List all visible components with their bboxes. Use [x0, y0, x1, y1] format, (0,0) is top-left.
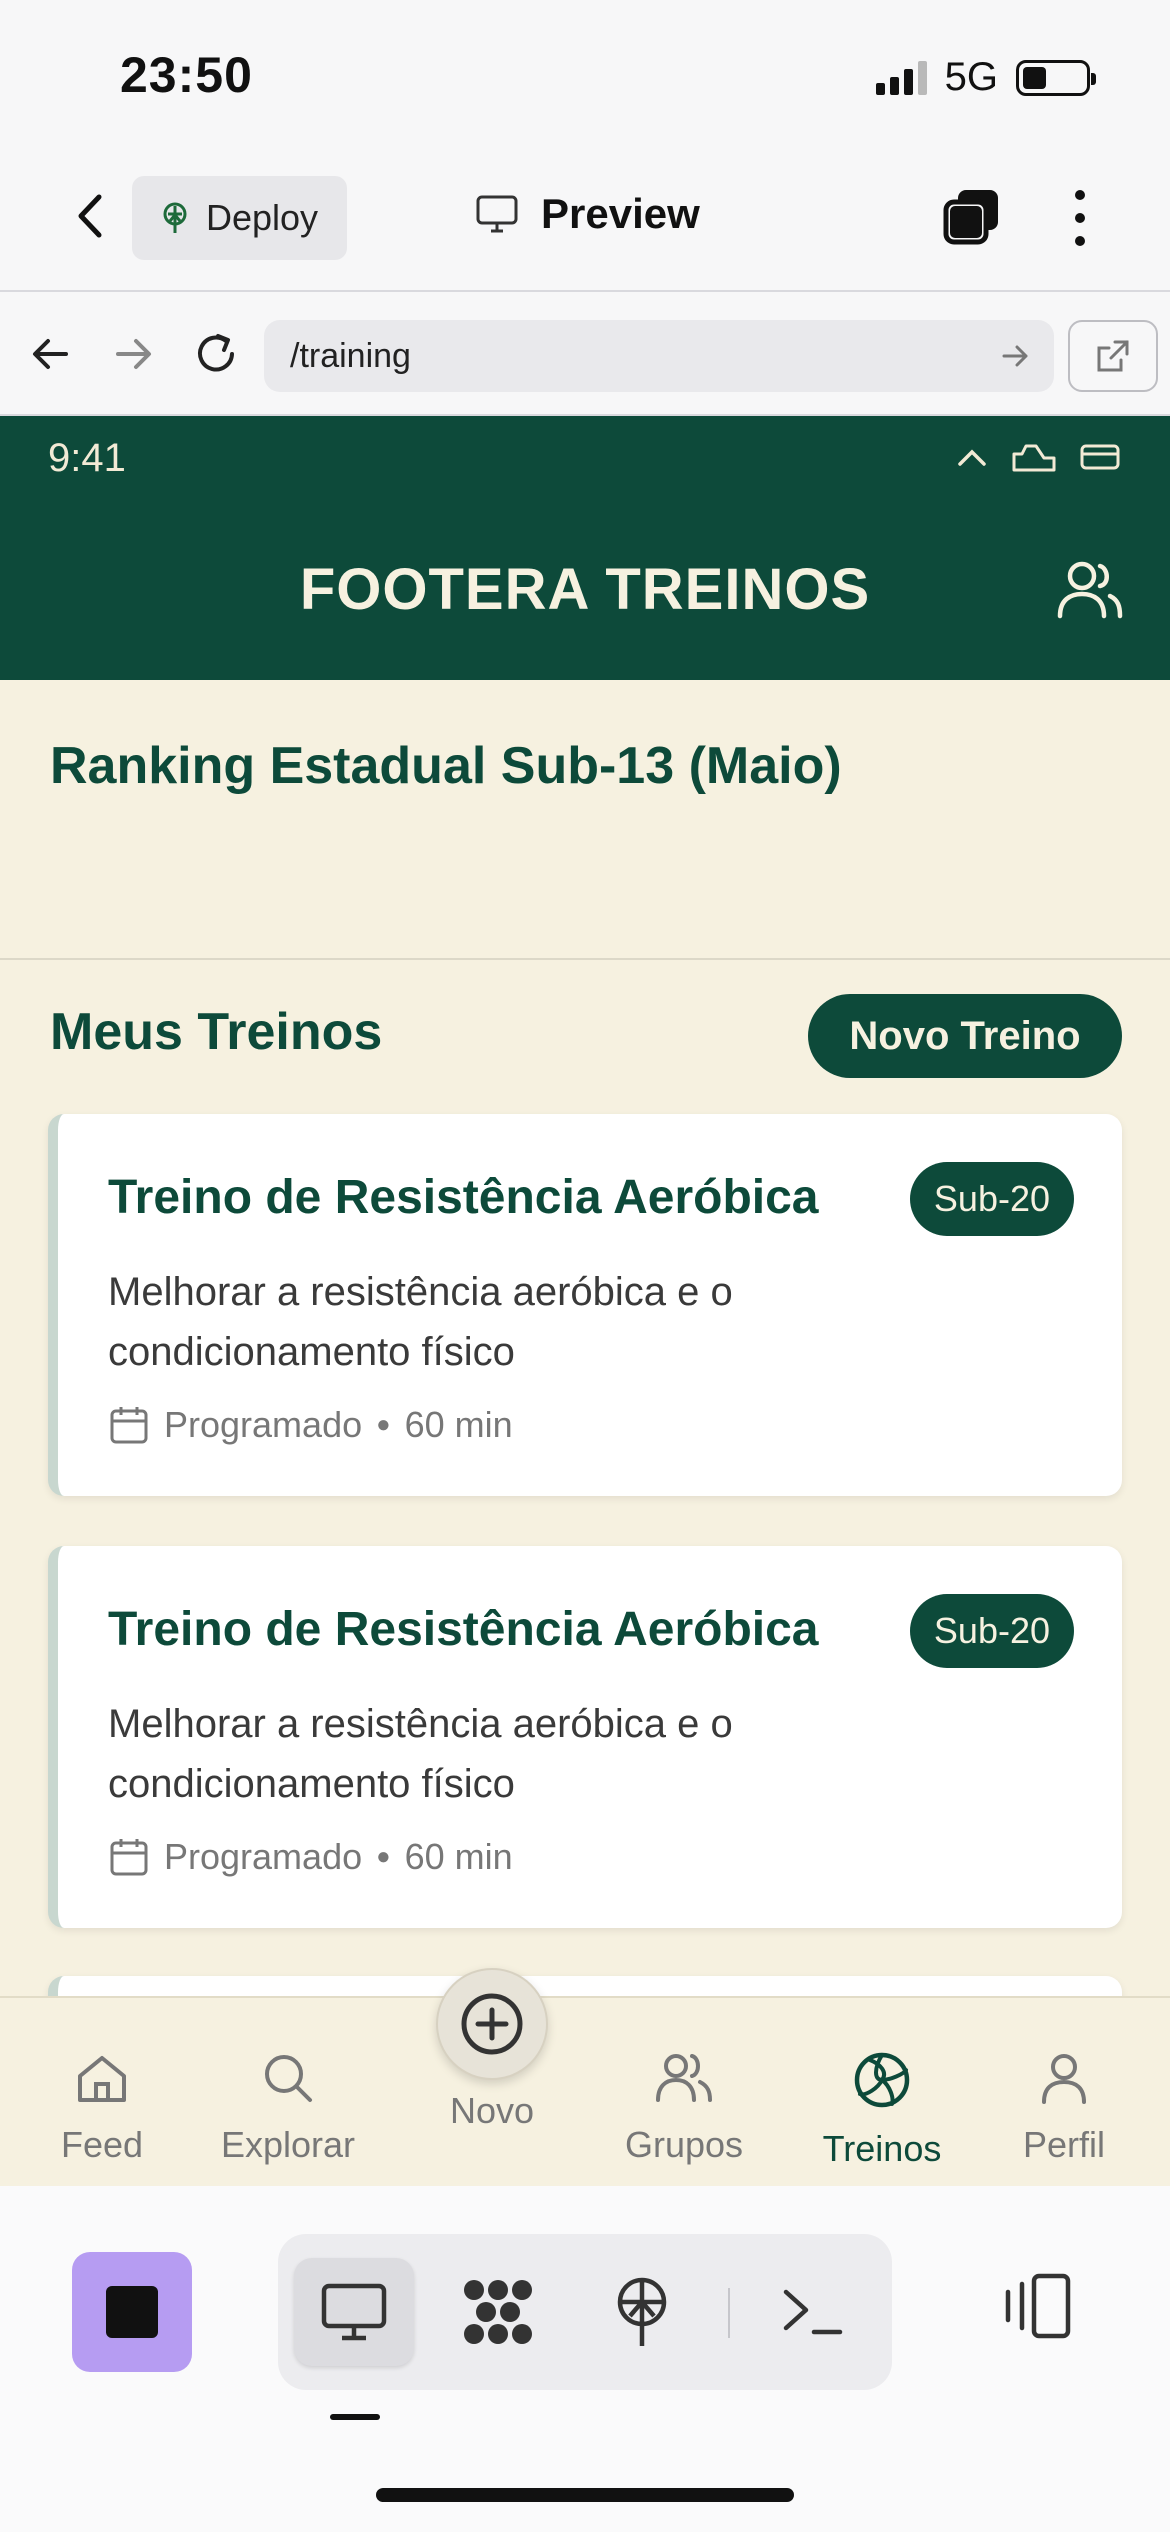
- category-badge: Sub-20: [909, 1594, 1074, 1668]
- training-card[interactable]: Treino de Resistência Aeróbica Sub-20 Me…: [48, 1546, 1122, 1928]
- tab-label: Perfil: [1022, 2124, 1106, 2165]
- users-icon: [656, 2054, 712, 2102]
- external-link-icon: [1097, 340, 1129, 372]
- deploy-button[interactable]: Deploy: [132, 176, 347, 260]
- calendar-icon: [110, 1407, 148, 1444]
- new-training-button[interactable]: Novo Treino: [808, 994, 1122, 1078]
- arrow-right-icon: [116, 339, 151, 369]
- network-type: 5G: [944, 55, 998, 99]
- blocks-view-button[interactable]: [438, 2258, 558, 2366]
- card-title: Treino de Resistência Aeróbica: [108, 1171, 819, 1224]
- url-input[interactable]: /training: [264, 320, 1054, 392]
- app-header: 9:41 FOOTERA TREINOS: [0, 416, 1170, 680]
- active-indicator: [330, 2414, 380, 2420]
- ranking-title: Ranking Estadual Sub-13 (Maio): [50, 737, 842, 795]
- chevron-left-icon: [78, 194, 102, 238]
- card-status: Programado: [164, 1404, 363, 1445]
- open-external-button[interactable]: [1068, 320, 1158, 392]
- section-title: Meus Treinos: [50, 1003, 383, 1061]
- tab-perfil[interactable]: Perfil: [974, 2050, 1154, 2166]
- tab-treinos[interactable]: Treinos: [792, 2050, 972, 2170]
- card-duration: 60 min: [404, 1836, 513, 1877]
- sim-clock: 9:41: [48, 436, 126, 480]
- deploy-label: Deploy: [206, 197, 319, 238]
- battery-icon: [1016, 59, 1096, 96]
- card-status: Programado: [164, 1836, 363, 1877]
- bottom-tab-bar: Feed Explorar Novo Grupos Treinos Perfil: [0, 1968, 1170, 2186]
- ios-status-bar: 23:50 5G: [0, 0, 1170, 150]
- arrow-left-icon: [33, 339, 68, 369]
- cell-signal-icon: [875, 60, 927, 95]
- cloud-icon: [1012, 444, 1056, 472]
- chevron-up-icon: [958, 449, 986, 466]
- reload-button[interactable]: [190, 328, 242, 380]
- stop-button[interactable]: [72, 2252, 192, 2372]
- deploy-icon: [163, 202, 187, 233]
- tab-novo-label: Novo: [449, 2090, 535, 2131]
- card-icon: [1080, 444, 1120, 470]
- sim-status-icons: [956, 440, 1120, 474]
- terminal-icon: [783, 2289, 843, 2335]
- browser-forward-button[interactable]: [108, 328, 160, 380]
- more-options-button[interactable]: [1050, 186, 1110, 250]
- view-switcher: [278, 2234, 892, 2390]
- preview-view-button[interactable]: [294, 2258, 414, 2366]
- separator-dot: ●: [376, 1843, 391, 1870]
- side-panel-button[interactable]: [1000, 2268, 1076, 2344]
- card-duration: 60 min: [404, 1404, 513, 1445]
- monitor-icon: [476, 195, 518, 233]
- volleyball-icon: [854, 2052, 910, 2108]
- browser-back-button[interactable]: [24, 328, 76, 380]
- dev-toolbar: [0, 2186, 1170, 2532]
- preview-title: Preview: [475, 190, 700, 238]
- divider: [728, 2288, 730, 2338]
- tab-label: Explorar: [220, 2124, 356, 2165]
- calendar-icon: [110, 1839, 148, 1876]
- plus-circle-icon: [461, 1993, 523, 2055]
- search-icon: [265, 2055, 312, 2102]
- separator-dot: ●: [376, 1411, 391, 1438]
- monitor-icon: [321, 2283, 387, 2341]
- preview-label: Preview: [541, 190, 700, 237]
- stop-icon: [106, 2286, 158, 2338]
- home-icon: [78, 2056, 126, 2102]
- card-meta: Programado ● 60 min: [108, 1836, 513, 1878]
- users-icon: [1057, 561, 1123, 619]
- tab-feed[interactable]: Feed: [12, 2050, 192, 2166]
- card-title: Treino de Resistência Aeróbica: [108, 1603, 819, 1656]
- status-icons: 5G: [875, 55, 1096, 100]
- back-button[interactable]: [60, 186, 120, 246]
- app-title: FOOTERA TREINOS: [299, 557, 871, 622]
- training-card[interactable]: Treino de Resistência Aeróbica Sub-20 Me…: [48, 1114, 1122, 1496]
- deploy-view-button[interactable]: [582, 2258, 702, 2366]
- tab-label: Feed: [60, 2124, 144, 2165]
- tabs-icon: [943, 190, 998, 245]
- app-preview: 9:41 FOOTERA TREINOS Ranking Estadual Su…: [0, 416, 1170, 2186]
- tab-label: Treinos: [822, 2128, 942, 2169]
- card-description: Melhorar a resistência aeróbica e o cond…: [108, 1270, 733, 1374]
- card-description: Melhorar a resistência aeróbica e o cond…: [108, 1702, 733, 1806]
- tab-novo-button[interactable]: [436, 1968, 548, 2080]
- url-bar: /training: [0, 292, 1170, 416]
- home-indicator: [376, 2488, 794, 2502]
- tab-label: Grupos: [624, 2124, 744, 2165]
- blocks-icon: [464, 2280, 532, 2344]
- reload-icon: [198, 334, 234, 372]
- app-toolbar: Deploy Preview: [0, 150, 1170, 292]
- card-meta: Programado ● 60 min: [108, 1404, 513, 1446]
- clock: 23:50: [120, 47, 253, 103]
- terminal-view-button[interactable]: [752, 2258, 872, 2366]
- go-arrow-icon[interactable]: [998, 338, 1034, 374]
- category-badge: Sub-20: [909, 1162, 1074, 1236]
- tab-grupos[interactable]: Grupos: [594, 2050, 774, 2166]
- deploy-icon: [617, 2277, 667, 2346]
- tab-explorar[interactable]: Explorar: [198, 2050, 378, 2166]
- url-text: /training: [290, 336, 411, 375]
- side-panel-icon: [1005, 2273, 1071, 2339]
- ranking-banner[interactable]: Ranking Estadual Sub-13 (Maio): [0, 680, 1170, 960]
- user-icon: [1042, 2054, 1086, 2104]
- tabs-button[interactable]: [940, 186, 1004, 250]
- users-button[interactable]: [1054, 554, 1126, 626]
